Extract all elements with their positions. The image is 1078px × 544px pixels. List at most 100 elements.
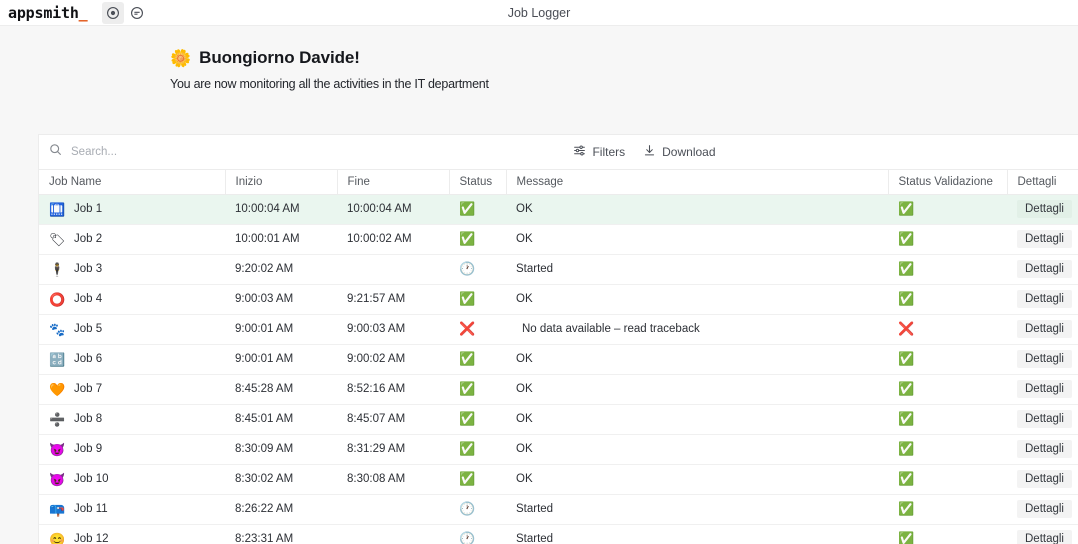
filters-button[interactable]: Filters <box>573 144 625 160</box>
details-button[interactable]: Dettagli <box>1017 410 1072 428</box>
column-header-inizio[interactable]: Inizio <box>225 170 338 195</box>
table-row[interactable]: 🔡 Job 6 9:00:01 AM 9:00:02 AM ✅ OK ✅ Dettagli <box>39 344 1078 375</box>
cell-fine: 8:52:16 AM <box>337 374 449 405</box>
cell-job-name: 🐾 Job 5 <box>39 314 225 345</box>
cell-message: Started <box>506 524 888 544</box>
cell-dettagli: Dettagli <box>1007 464 1078 495</box>
validation-status-badge: ❌ <box>898 321 915 336</box>
table-row[interactable]: ⭕ Job 4 9:00:03 AM 9:21:57 AM ✅ OK ✅ Dettagli <box>39 284 1078 315</box>
job-avatar-icon: 😈 <box>49 441 66 457</box>
cell-inizio: 9:00:01 AM <box>225 344 337 375</box>
cell-status-validazione: ✅ <box>888 194 1007 225</box>
download-button[interactable]: Download <box>643 144 716 160</box>
table-row[interactable]: ➗ Job 8 8:45:01 AM 8:45:07 AM ✅ OK ✅ Dettagli <box>39 404 1078 435</box>
cell-status-validazione: ✅ <box>888 344 1007 375</box>
table-body: 🛄 Job 1 10:00:04 AM 10:00:04 AM ✅ OK ✅ Dettagli… <box>39 194 1078 544</box>
cell-fine <box>337 254 449 285</box>
job-name-label: Job 10 <box>74 473 109 485</box>
cell-status-validazione: ✅ <box>888 434 1007 465</box>
cell-dettagli: Dettagli <box>1007 344 1078 375</box>
cell-job-name: ➗ Job 8 <box>39 404 225 435</box>
cell-fine: 9:00:02 AM <box>337 344 449 375</box>
cell-inizio: 8:23:31 AM <box>225 524 337 544</box>
column-header-dettagli[interactable]: Dettagli <box>1007 170 1078 195</box>
comment-bubble-icon[interactable] <box>126 2 148 24</box>
cell-status-validazione: ✅ <box>888 404 1007 435</box>
table-row[interactable]: 😈 Job 9 8:30:09 AM 8:31:29 AM ✅ OK ✅ Dettagli <box>39 434 1078 465</box>
cell-status-validazione: ✅ <box>888 254 1007 285</box>
details-button[interactable]: Dettagli <box>1017 530 1072 544</box>
details-button[interactable]: Dettagli <box>1017 230 1072 248</box>
download-label: Download <box>662 145 716 159</box>
details-button[interactable]: Dettagli <box>1017 470 1072 488</box>
cell-job-name: 🛄 Job 1 <box>39 194 225 225</box>
search-box[interactable] <box>49 143 221 161</box>
cell-fine: 9:21:57 AM <box>337 284 449 315</box>
details-button[interactable]: Dettagli <box>1017 350 1072 368</box>
job-name-label: Job 7 <box>74 383 103 395</box>
status-badge: ✅ <box>459 471 476 486</box>
table-row[interactable]: 😈 Job 10 8:30:02 AM 8:30:08 AM ✅ OK ✅ Dettagli <box>39 464 1078 495</box>
cell-message: OK <box>506 434 888 465</box>
table-row[interactable]: 🛄 Job 1 10:00:04 AM 10:00:04 AM ✅ OK ✅ Dettagli <box>39 194 1078 225</box>
cell-message: OK <box>506 344 888 375</box>
validation-status-badge: ✅ <box>898 441 915 456</box>
job-name-label: Job 4 <box>74 293 103 305</box>
search-input[interactable] <box>71 146 201 158</box>
cell-job-name: 😊 Job 12 <box>39 524 225 544</box>
validation-status-badge: ✅ <box>898 531 915 544</box>
column-header-message[interactable]: Message <box>506 170 889 195</box>
details-button[interactable]: Dettagli <box>1017 260 1072 278</box>
job-name-label: Job 1 <box>74 203 103 215</box>
table-row[interactable]: 📪 Job 11 8:26:22 AM 🕐 Started ✅ Dettagli <box>39 494 1078 525</box>
cell-dettagli: Dettagli <box>1007 254 1078 285</box>
preview-eye-icon[interactable] <box>101 1 124 24</box>
cell-message: OK <box>506 404 888 435</box>
table-row[interactable]: 🕴 Job 3 9:20:02 AM 🕐 Started ✅ Dettagli <box>39 254 1078 285</box>
details-button[interactable]: Dettagli <box>1017 500 1072 518</box>
details-button[interactable]: Dettagli <box>1017 380 1072 398</box>
table-row[interactable]: 😊 Job 12 8:23:31 AM 🕐 Started ✅ Dettagli <box>39 524 1078 544</box>
cell-status-validazione: ✅ <box>888 464 1007 495</box>
search-icon <box>49 143 62 161</box>
cell-fine: 8:30:08 AM <box>337 464 449 495</box>
table-row[interactable]: 🐾 Job 5 9:00:01 AM 9:00:03 AM ❌ No data avail… <box>39 314 1078 345</box>
cell-message: OK <box>506 194 888 225</box>
status-badge: ✅ <box>459 411 476 426</box>
status-badge: ✅ <box>459 351 476 366</box>
details-button[interactable]: Dettagli <box>1017 440 1072 458</box>
cell-inizio: 8:30:09 AM <box>225 434 337 465</box>
cell-status-validazione: ❌ <box>888 314 1007 345</box>
appsmith-logo[interactable]: appsmith_ <box>8 4 88 22</box>
status-badge: ✅ <box>459 231 476 246</box>
column-header-status-validazione[interactable]: Status Validazione <box>888 170 1008 195</box>
table-row[interactable]: 🧡 Job 7 8:45:28 AM 8:52:16 AM ✅ OK ✅ Dettagli <box>39 374 1078 405</box>
job-avatar-icon: 😊 <box>49 531 66 544</box>
job-avatar-icon: 🛄 <box>49 201 66 217</box>
cell-message: OK <box>506 374 888 405</box>
cell-job-name: 🔡 Job 6 <box>39 344 225 375</box>
column-header-status[interactable]: Status <box>449 170 507 195</box>
table-header: Job Name Inizio Fine Status Message Stat… <box>39 170 1078 195</box>
cell-inizio: 9:00:01 AM <box>225 314 337 345</box>
filters-label: Filters <box>592 145 626 159</box>
job-name-label: Job 2 <box>74 233 103 245</box>
details-button[interactable]: Dettagli <box>1017 320 1072 338</box>
details-button[interactable]: Dettagli <box>1017 290 1072 308</box>
cell-dettagli: Dettagli <box>1007 284 1078 315</box>
cell-message: OK <box>506 224 888 255</box>
status-badge: ✅ <box>459 381 476 396</box>
details-button[interactable]: Dettagli <box>1017 200 1072 218</box>
table-toolbar: Filters Download <box>39 135 1078 170</box>
cell-status-validazione: ✅ <box>888 284 1007 315</box>
job-avatar-icon: ⭕ <box>49 291 66 307</box>
cell-inizio: 9:20:02 AM <box>225 254 337 285</box>
status-badge: ✅ <box>459 441 476 456</box>
column-header-job-name[interactable]: Job Name <box>39 170 226 195</box>
column-header-fine[interactable]: Fine <box>337 170 450 195</box>
cell-inizio: 8:45:01 AM <box>225 404 337 435</box>
cell-status: 🕐 <box>449 254 506 285</box>
jobs-table: Job Name Inizio Fine Status Message Stat… <box>39 170 1078 544</box>
cell-status: ✅ <box>449 464 506 495</box>
table-row[interactable]: 🏷 Job 2 10:00:01 AM 10:00:02 AM ✅ OK ✅ Dettagli <box>39 224 1078 255</box>
